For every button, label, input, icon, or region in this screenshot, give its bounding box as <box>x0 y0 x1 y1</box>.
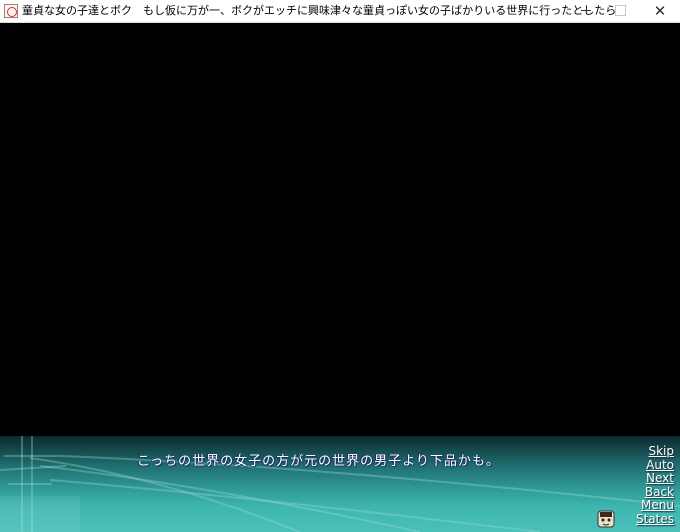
next-link[interactable]: Next <box>636 472 674 486</box>
maximize-icon <box>614 5 626 16</box>
back-link[interactable]: Back <box>636 485 674 500</box>
window-title: 童貞な女の子達とボク もし仮に万が一、ボクがエッチに興味津々な童貞っぽい女の子ば… <box>22 4 617 17</box>
game-menu: Skip Auto Next Back Menu States <box>636 444 674 527</box>
close-icon: ✕ <box>653 2 667 20</box>
states-link[interactable]: States <box>636 512 674 527</box>
character-face-icon[interactable] <box>596 509 616 529</box>
title-bar: 童貞な女の子達とボク もし仮に万が一、ボクがエッチに興味津々な童貞っぽい女の子ば… <box>0 0 680 23</box>
minimize-icon <box>581 10 591 11</box>
auto-link[interactable]: Auto <box>636 458 674 473</box>
app-icon[interactable] <box>4 4 18 18</box>
close-button[interactable]: ✕ <box>640 0 680 22</box>
maximize-button[interactable] <box>600 0 640 22</box>
menu-link[interactable]: Menu <box>636 499 674 513</box>
skip-link[interactable]: Skip <box>636 444 674 459</box>
dialogue-text: こっちの世界の女子の方が元の世界の男子より下品かも。 <box>137 454 500 469</box>
